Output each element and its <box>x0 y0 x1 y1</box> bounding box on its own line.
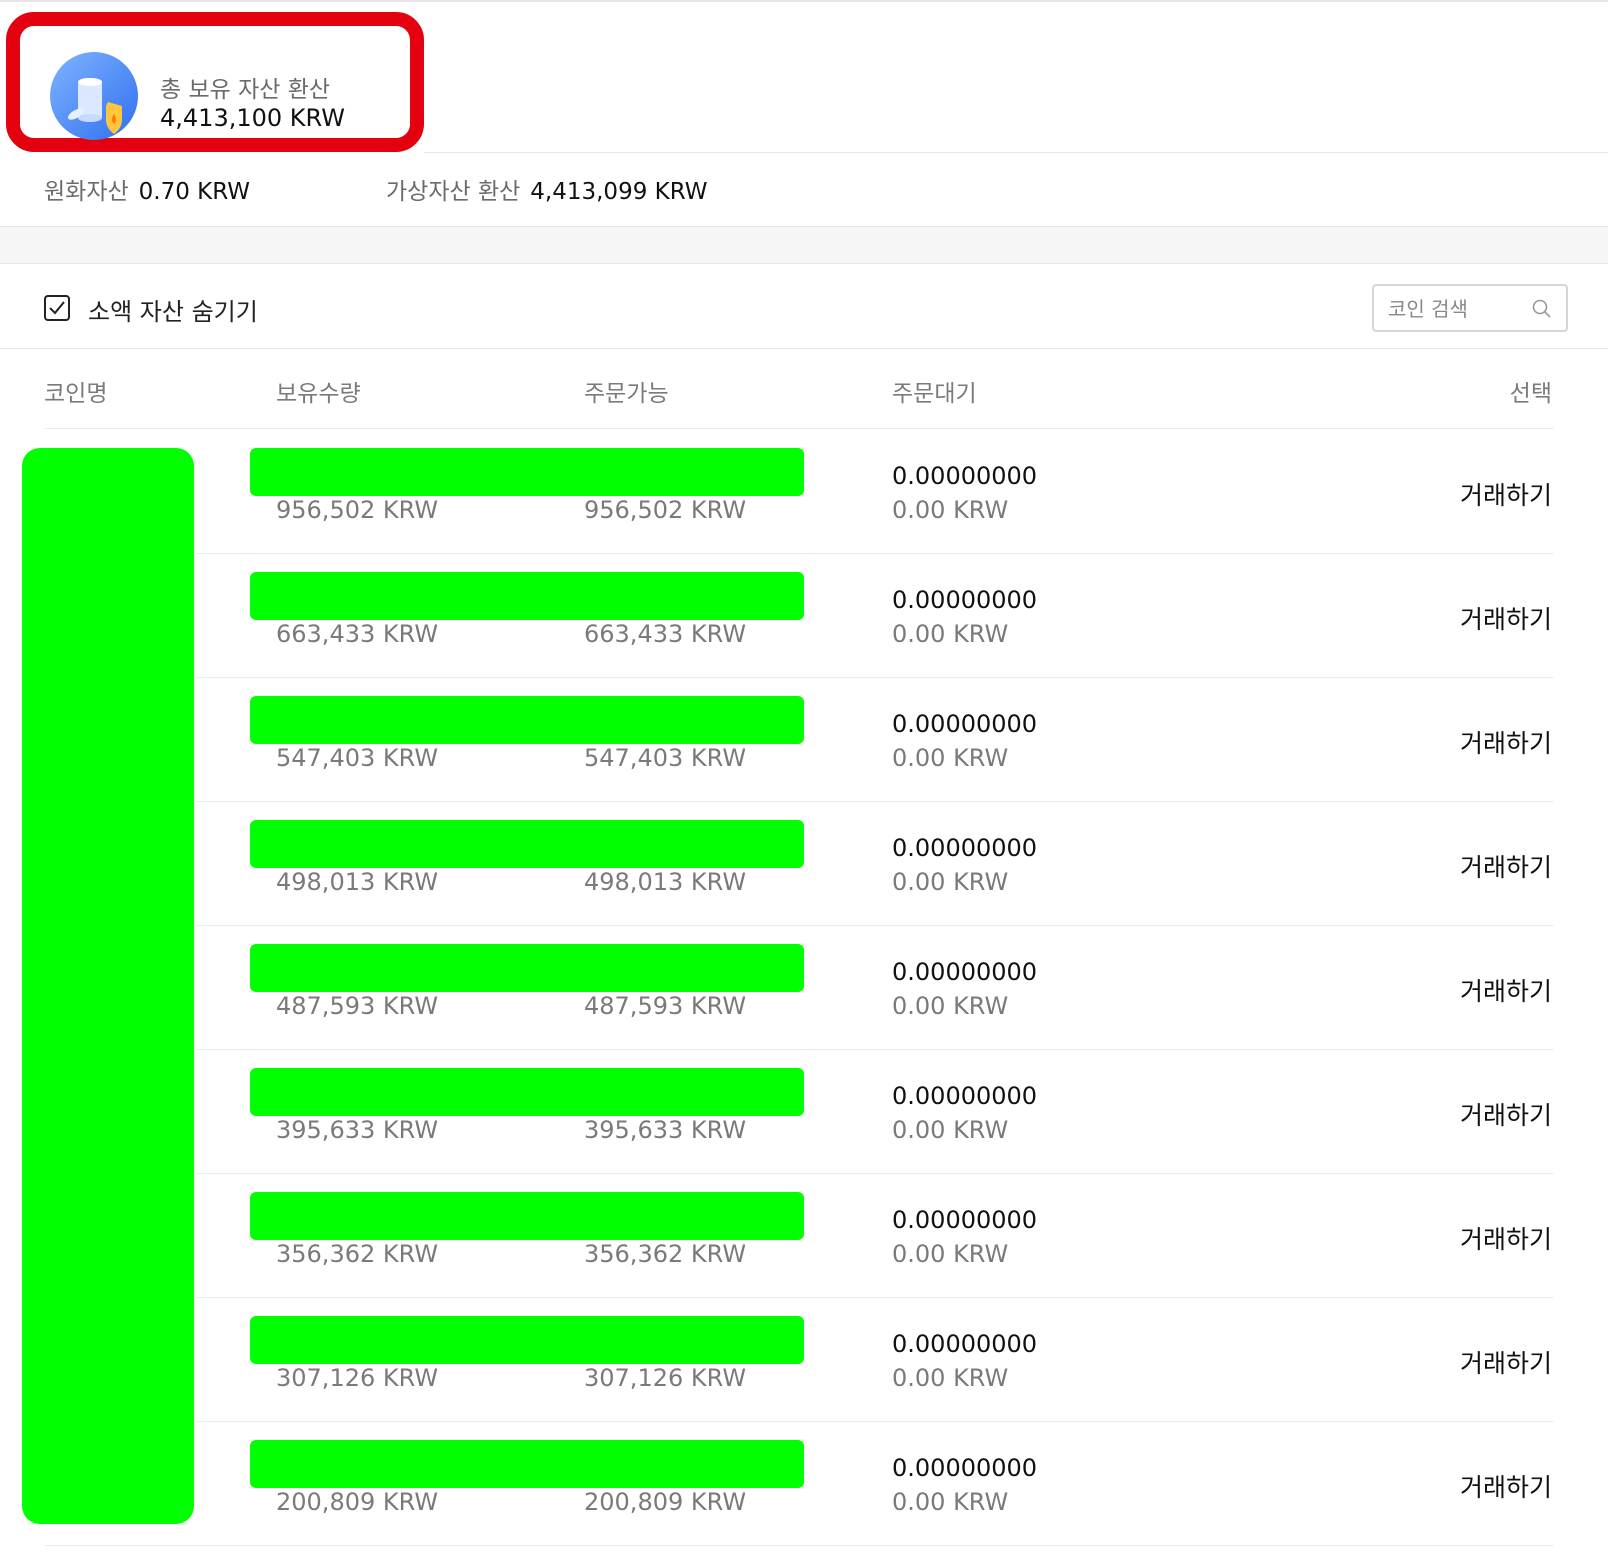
trade-button[interactable]: 거래하기 <box>1460 1468 1552 1504</box>
pending-krw-value: 0.00 KRW <box>892 1116 1009 1144</box>
pending-krw-value: 0.00 KRW <box>892 868 1009 896</box>
header-available[interactable]: 주문가능 <box>584 374 669 408</box>
coin-stack-icon <box>50 52 138 140</box>
quantity-redaction <box>250 572 804 620</box>
coin-name-redaction <box>22 448 194 1524</box>
crypto-assets-label: 가상자산 환산 <box>386 179 521 205</box>
total-assets-value: 4,413,100 KRW <box>160 104 345 132</box>
available-krw-value: 307,126 KRW <box>584 1364 747 1392</box>
crypto-assets-value: 4,413,099 KRW <box>530 179 708 205</box>
quantity-redaction <box>250 1192 804 1240</box>
pending-amount: 0.00000000 <box>892 1082 1038 1110</box>
pending-krw-value: 0.00 KRW <box>892 1240 1009 1268</box>
header-holdings[interactable]: 보유수량 <box>276 374 361 408</box>
summary-divider <box>424 152 1608 153</box>
quantity-redaction <box>250 448 804 496</box>
total-assets-label: 총 보유 자산 환산 <box>160 77 331 103</box>
holding-krw-value: 200,809 KRW <box>276 1488 439 1516</box>
trade-button[interactable]: 거래하기 <box>1460 724 1552 760</box>
available-krw-value: 356,362 KRW <box>584 1240 747 1268</box>
trade-button[interactable]: 거래하기 <box>1460 476 1552 512</box>
crypto-assets: 가상자산 환산 4,413,099 KRW <box>386 172 708 206</box>
table-row: 663,433 KRW 663,433 KRW 0.00000000 0.00 KRW… <box>0 554 1608 678</box>
trade-button[interactable]: 거래하기 <box>1460 600 1552 636</box>
quantity-redaction <box>250 696 804 744</box>
krw-assets: 원화자산 0.70 KRW <box>44 172 250 206</box>
checkmark-icon <box>49 301 65 315</box>
holding-krw-value: 307,126 KRW <box>276 1364 439 1392</box>
table-row: 487,593 KRW 487,593 KRW 0.00000000 0.00 KRW… <box>0 926 1608 1050</box>
holding-krw-value: 487,593 KRW <box>276 992 439 1020</box>
holding-krw-value: 395,633 KRW <box>276 1116 439 1144</box>
pending-amount: 0.00000000 <box>892 710 1038 738</box>
table-row: 356,362 KRW 356,362 KRW 0.00000000 0.00 KRW… <box>0 1174 1608 1298</box>
table-row: 200,809 KRW 200,809 KRW 0.00000000 0.00 KRW… <box>0 1422 1608 1546</box>
holding-krw-value: 663,433 KRW <box>276 620 439 648</box>
pending-krw-value: 0.00 KRW <box>892 496 1009 524</box>
pending-amount: 0.00000000 <box>892 834 1038 862</box>
row-divider <box>44 1545 1554 1546</box>
table-row: 547,403 KRW 547,403 KRW 0.00000000 0.00 KRW… <box>0 678 1608 802</box>
pending-amount: 0.00000000 <box>892 462 1038 490</box>
quantity-redaction <box>250 1440 804 1488</box>
trade-button[interactable]: 거래하기 <box>1460 1096 1552 1132</box>
holding-krw-value: 498,013 KRW <box>276 868 439 896</box>
quantity-redaction <box>250 944 804 992</box>
asset-page: 총 보유 자산 환산 4,413,100 KRW 원화자산 0.70 KRW 가상… <box>0 0 1608 1562</box>
quantity-redaction <box>250 820 804 868</box>
table-row: 956,502 KRW 956,502 KRW 0.00000000 0.00 KRW… <box>0 430 1608 554</box>
pending-krw-value: 0.00 KRW <box>892 620 1009 648</box>
available-krw-value: 200,809 KRW <box>584 1488 747 1516</box>
available-krw-value: 395,633 KRW <box>584 1116 747 1144</box>
hide-small-assets-checkbox[interactable] <box>44 295 70 321</box>
total-assets-card: 총 보유 자산 환산 4,413,100 KRW <box>6 12 424 152</box>
coin-search-input[interactable] <box>1386 286 1540 332</box>
available-krw-value: 663,433 KRW <box>584 620 747 648</box>
toolbar-divider <box>0 348 1608 349</box>
trade-button[interactable]: 거래하기 <box>1460 1344 1552 1380</box>
pending-amount: 0.00000000 <box>892 1330 1038 1358</box>
krw-assets-value: 0.70 KRW <box>138 179 251 205</box>
quantity-redaction <box>250 1316 804 1364</box>
header-coin-name[interactable]: 코인명 <box>44 374 107 408</box>
quantity-redaction <box>250 1068 804 1116</box>
table-row: 498,013 KRW 498,013 KRW 0.00000000 0.00 KRW… <box>0 802 1608 926</box>
search-icon[interactable] <box>1532 299 1552 319</box>
section-separator <box>0 226 1608 264</box>
holding-krw-value: 547,403 KRW <box>276 744 439 772</box>
available-krw-value: 547,403 KRW <box>584 744 747 772</box>
pending-krw-value: 0.00 KRW <box>892 1488 1009 1516</box>
coin-search-box[interactable] <box>1372 284 1568 332</box>
header-select: 선택 <box>1509 381 1552 407</box>
available-krw-value: 487,593 KRW <box>584 992 747 1020</box>
pending-krw-value: 0.00 KRW <box>892 744 1009 772</box>
table-row: 395,633 KRW 395,633 KRW 0.00000000 0.00 KRW… <box>0 1050 1608 1174</box>
pending-amount: 0.00000000 <box>892 586 1038 614</box>
top-border <box>0 0 1608 2</box>
pending-krw-value: 0.00 KRW <box>892 1364 1009 1392</box>
krw-assets-label: 원화자산 <box>44 179 129 205</box>
trade-button[interactable]: 거래하기 <box>1460 972 1552 1008</box>
available-krw-value: 956,502 KRW <box>584 496 747 524</box>
header-divider <box>44 428 1554 429</box>
pending-amount: 0.00000000 <box>892 1206 1038 1234</box>
available-krw-value: 498,013 KRW <box>584 868 747 896</box>
table-row: 307,126 KRW 307,126 KRW 0.00000000 0.00 KRW… <box>0 1298 1608 1422</box>
holding-krw-value: 356,362 KRW <box>276 1240 439 1268</box>
pending-krw-value: 0.00 KRW <box>892 992 1009 1020</box>
trade-button[interactable]: 거래하기 <box>1460 1220 1552 1256</box>
pending-amount: 0.00000000 <box>892 958 1038 986</box>
pending-amount: 0.00000000 <box>892 1454 1038 1482</box>
trade-button[interactable]: 거래하기 <box>1460 848 1552 884</box>
holding-krw-value: 956,502 KRW <box>276 496 439 524</box>
hide-small-assets-label[interactable]: 소액 자산 숨기기 <box>88 292 258 327</box>
header-pending[interactable]: 주문대기 <box>892 374 977 408</box>
